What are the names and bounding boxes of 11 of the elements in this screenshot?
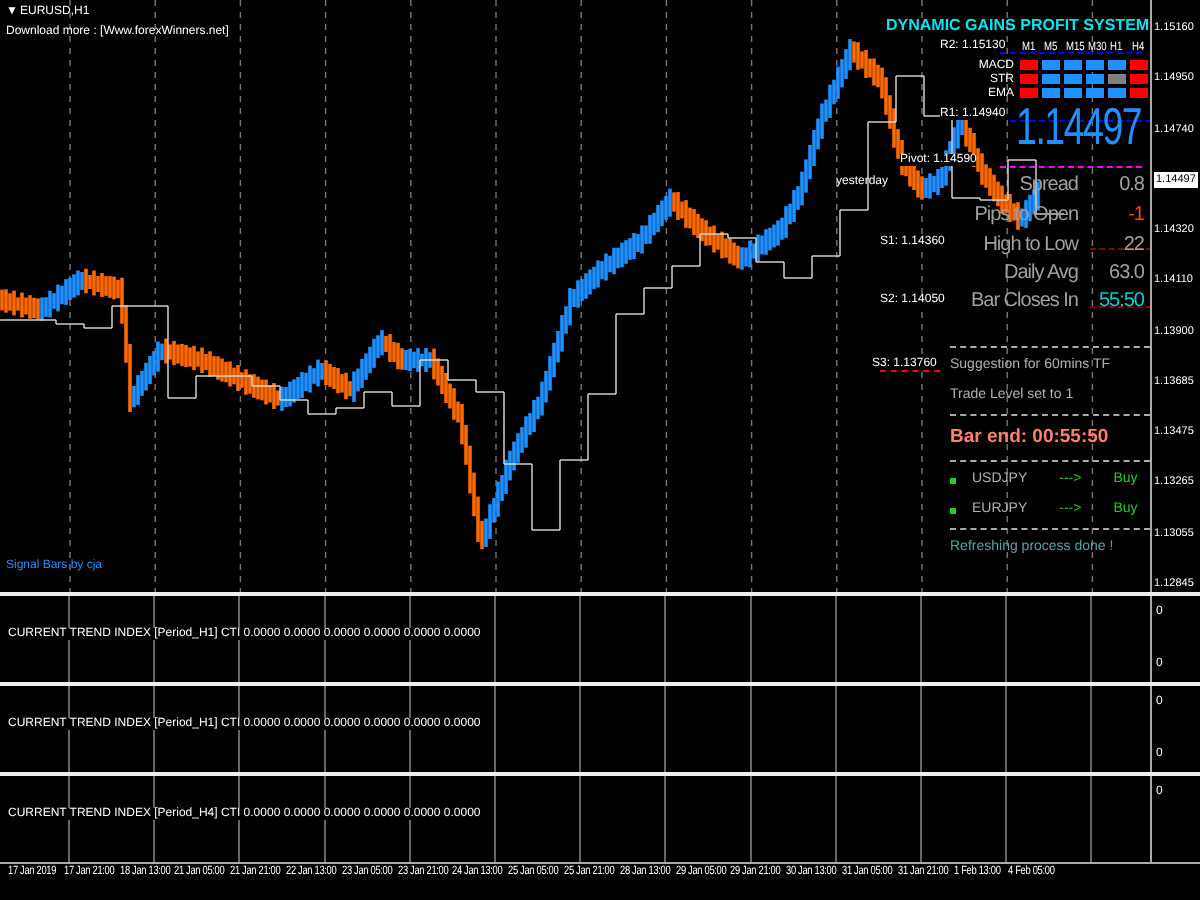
stat-value: -1 — [1128, 206, 1144, 226]
bullet-icon — [950, 478, 956, 484]
stat-label: High to Low — [983, 236, 1078, 256]
stat-value: 0.8 — [1119, 176, 1144, 196]
stat-label: Daily Avg — [1003, 264, 1078, 284]
bar-end-timer: Bar end: 00:55:50 — [950, 424, 1111, 452]
stat-value: 63.0 — [1109, 264, 1144, 284]
stat-label: Bar Closes In — [970, 292, 1078, 312]
stat-value: 55:50 — [1098, 292, 1144, 312]
dashboard-title: DYNAMIC GAINS PROFIT SYSTEM — [886, 18, 1150, 34]
bullet-icon — [950, 507, 956, 513]
